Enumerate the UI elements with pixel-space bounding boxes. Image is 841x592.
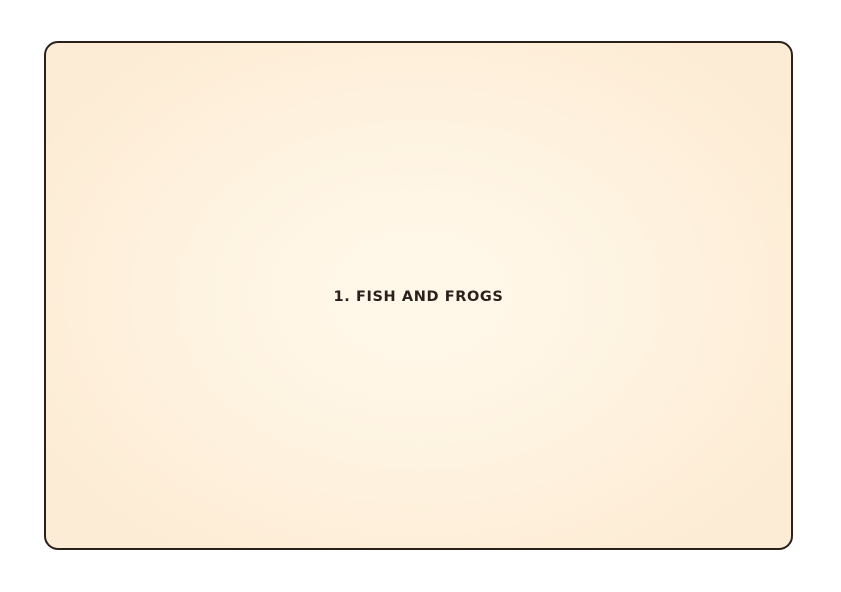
title-card: 1. FISH AND FROGS <box>44 41 793 550</box>
card-title: 1. FISH AND FROGS <box>333 289 504 305</box>
